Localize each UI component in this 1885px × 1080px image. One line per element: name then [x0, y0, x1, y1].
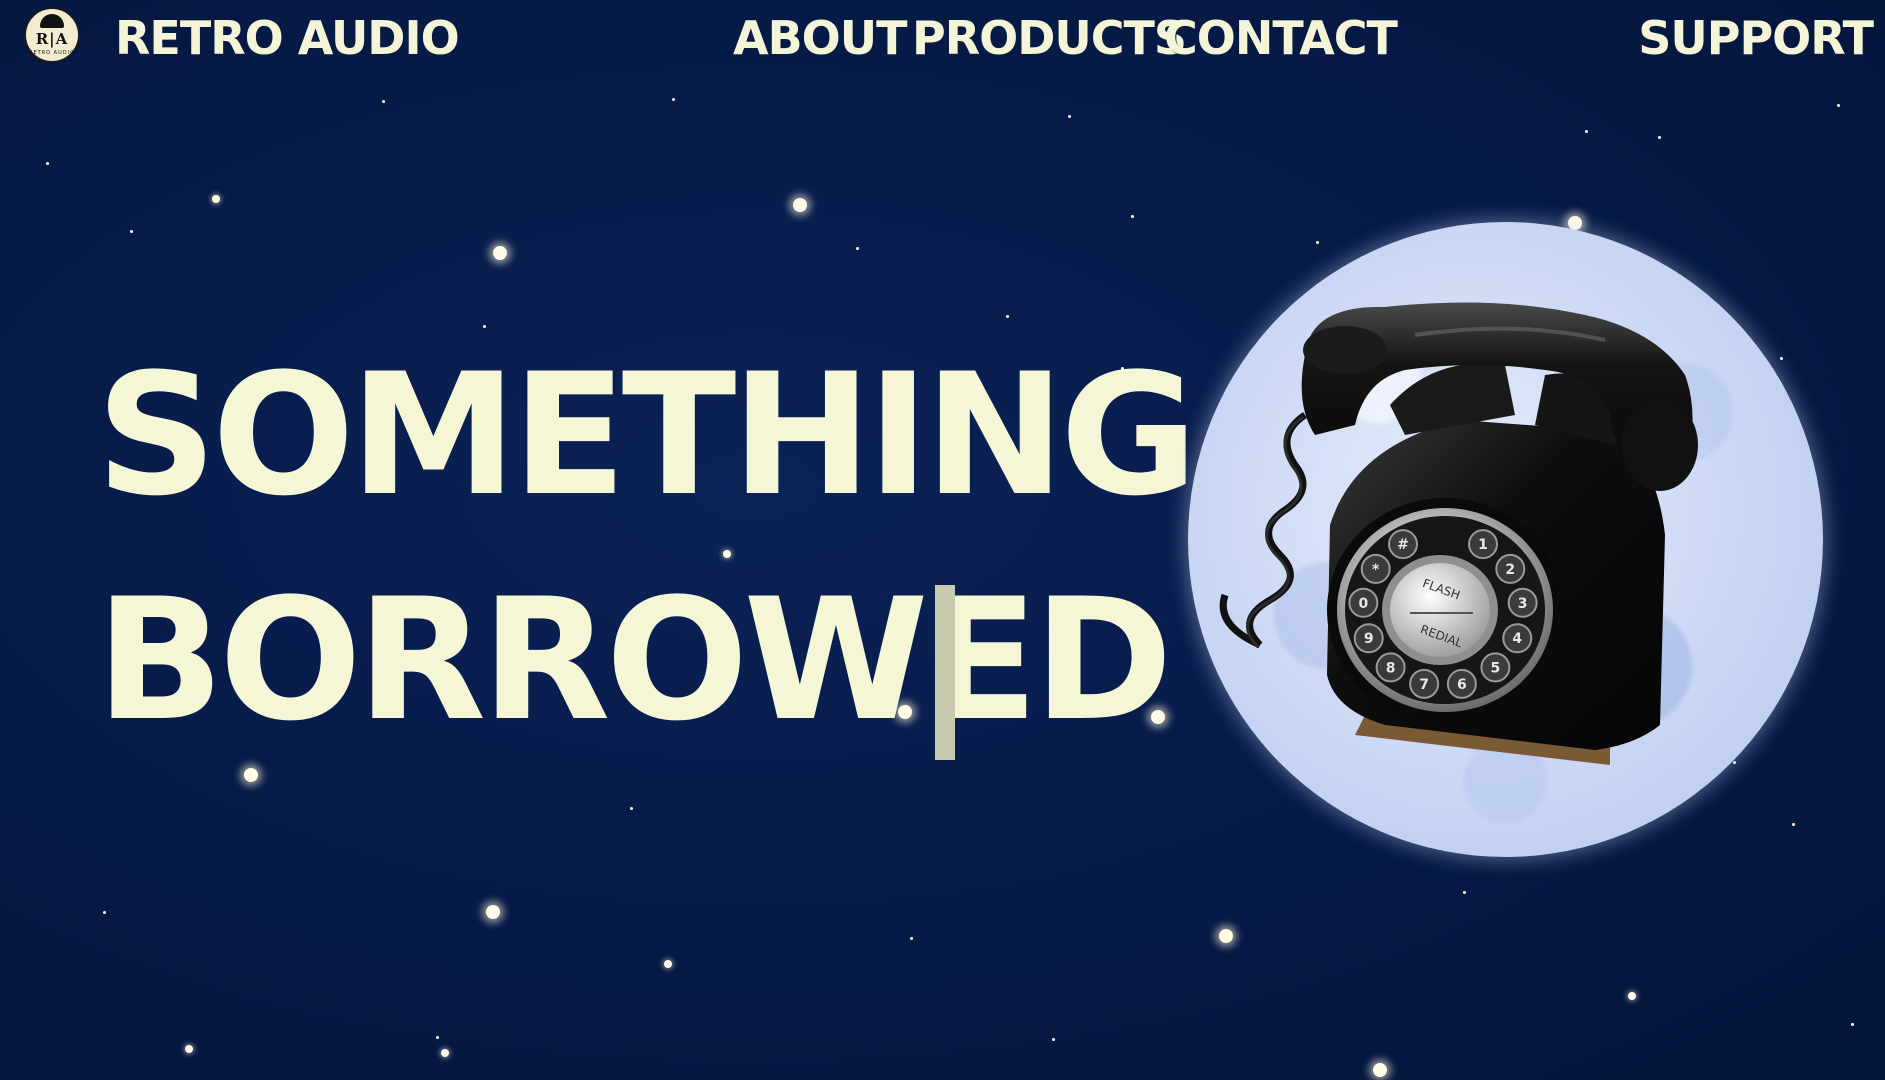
- rotary-telephone-icon: 1 2 3 4 5 6 7 8 9 0 * # FLASH REDIAL: [1215, 295, 1815, 795]
- star-icon: [1051, 1037, 1055, 1041]
- dial-key-label: 5: [1491, 660, 1501, 676]
- page: R|A RETRO AUDIO RETRO AUDIO ABOUT PRODUC…: [0, 0, 1885, 1080]
- dial-key-label: #: [1397, 537, 1409, 553]
- star-icon: [102, 910, 106, 914]
- star-icon: [486, 905, 500, 919]
- star-icon: [1850, 1022, 1854, 1026]
- dial-key-label: 3: [1518, 596, 1528, 612]
- star-icon: [1462, 890, 1466, 894]
- star-icon: [1130, 214, 1134, 218]
- dial-key-label: 7: [1419, 677, 1429, 693]
- dial-key-label: 2: [1505, 562, 1515, 578]
- dial-key-label: 8: [1386, 660, 1396, 676]
- star-icon: [1067, 114, 1071, 118]
- star-icon: [723, 550, 731, 558]
- star-icon: [244, 768, 258, 782]
- star-icon: [129, 229, 133, 233]
- star-icon: [1657, 135, 1661, 139]
- hero-headline-line-2: BORROWED: [96, 562, 1173, 758]
- star-icon: [1315, 240, 1319, 244]
- dial-key-label: 9: [1364, 631, 1374, 647]
- retro-audio-logo[interactable]: R|A RETRO AUDIO: [24, 7, 80, 63]
- star-icon: [381, 99, 385, 103]
- dial-key-label: 1: [1478, 537, 1488, 553]
- star-icon: [664, 960, 672, 968]
- logo-subtext: RETRO AUDIO: [28, 50, 76, 56]
- rotary-telephone-illustration: 1234567890*# FLASH REDIAL: [1219, 302, 1698, 765]
- star-icon: [909, 936, 913, 940]
- star-icon: [185, 1045, 193, 1053]
- top-nav: R|A RETRO AUDIO RETRO AUDIO ABOUT PRODUC…: [0, 0, 1885, 80]
- hero-headline-line-1: SOMETHING: [96, 337, 1198, 533]
- nav-link-support[interactable]: SUPPORT: [1638, 8, 1874, 68]
- star-icon: [1373, 1063, 1387, 1077]
- star-icon: [671, 97, 675, 101]
- star-icon: [212, 195, 220, 203]
- telephone-handset-icon: [40, 14, 64, 28]
- logo-letters: R|A: [35, 30, 69, 48]
- star-icon: [629, 806, 633, 810]
- dial-key-label: 0: [1358, 596, 1368, 612]
- star-icon: [1836, 103, 1840, 107]
- dial-key-label: *: [1372, 562, 1380, 578]
- brand-link[interactable]: RETRO AUDIO: [115, 8, 460, 68]
- nav-link-products[interactable]: PRODUCTS: [912, 8, 1187, 68]
- nav-link-contact[interactable]: CONTACT: [1164, 8, 1398, 68]
- dial-key-label: 4: [1512, 631, 1522, 647]
- star-icon: [482, 324, 486, 328]
- star-icon: [493, 246, 507, 260]
- star-icon: [1005, 314, 1009, 318]
- star-icon: [793, 198, 807, 212]
- star-icon: [45, 161, 49, 165]
- star-icon: [855, 246, 859, 250]
- star-icon: [1628, 992, 1636, 1000]
- dial-key-label: 6: [1457, 677, 1467, 693]
- typing-caret: [935, 585, 955, 760]
- star-icon: [435, 1035, 439, 1039]
- star-icon: [1584, 129, 1588, 133]
- nav-link-about[interactable]: ABOUT: [733, 8, 907, 68]
- star-icon: [1219, 929, 1233, 943]
- star-icon: [1791, 822, 1795, 826]
- star-icon: [441, 1049, 449, 1057]
